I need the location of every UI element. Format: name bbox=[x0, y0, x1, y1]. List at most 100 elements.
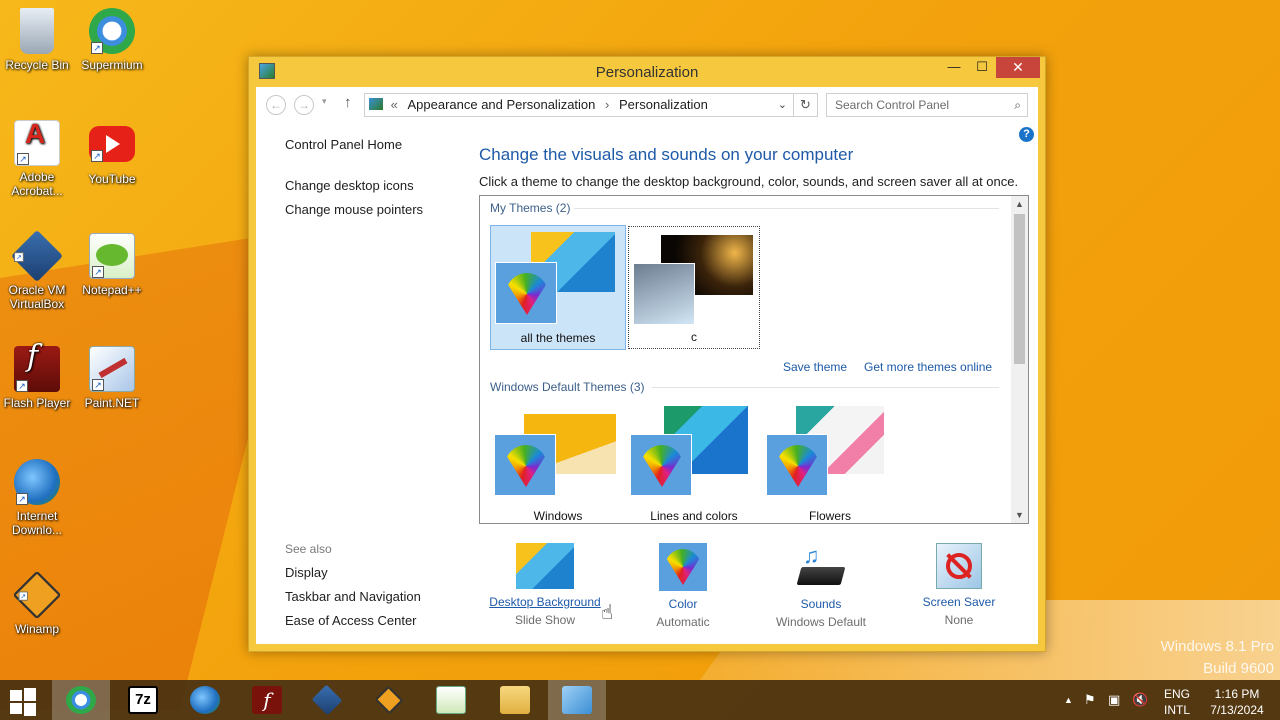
scroll-up-icon[interactable]: ▲ bbox=[1011, 199, 1028, 209]
desktop-icon-supermium[interactable]: ↗ Supermium bbox=[75, 8, 149, 72]
taskbar-clock[interactable]: 1:16 PM 7/13/2024 bbox=[1204, 686, 1270, 718]
screen-saver-button[interactable]: Screen Saver None bbox=[894, 543, 1024, 627]
input-language-indicator[interactable]: ENG INTL bbox=[1160, 686, 1194, 718]
screen-saver-value: None bbox=[944, 613, 974, 627]
close-button[interactable]: ✕ bbox=[996, 57, 1040, 78]
desktop-icon-adobe-acrobat[interactable]: A ↗ Adobe Acrobat... bbox=[0, 120, 74, 199]
color-palette-icon bbox=[494, 434, 556, 496]
minimize-button[interactable]: — bbox=[940, 57, 968, 78]
group-divider bbox=[574, 208, 999, 209]
action-center-flag-icon[interactable]: ⚑ bbox=[1084, 692, 1096, 708]
color-title[interactable]: Color bbox=[618, 597, 748, 611]
taskbar-navigation-link[interactable]: Taskbar and Navigation bbox=[285, 589, 421, 604]
get-more-themes-link[interactable]: Get more themes online bbox=[864, 360, 992, 374]
internet-download-manager-icon bbox=[190, 686, 220, 714]
color-value: Automatic bbox=[656, 615, 710, 629]
scrollbar-thumb[interactable] bbox=[1014, 214, 1025, 364]
taskbar-notepadpp[interactable] bbox=[422, 680, 480, 720]
search-icon[interactable]: ⌕ bbox=[1014, 94, 1021, 116]
window-content: ← → ▾ ↑ « Appearance and Personalization… bbox=[256, 87, 1038, 644]
up-arrow-icon[interactable]: ↑ bbox=[344, 94, 352, 111]
ease-of-access-link[interactable]: Ease of Access Center bbox=[285, 613, 421, 628]
scroll-down-icon[interactable]: ▼ bbox=[1011, 510, 1028, 520]
search-box[interactable]: ⌕ bbox=[826, 93, 1028, 117]
screen-saver-title[interactable]: Screen Saver bbox=[894, 595, 1024, 609]
theme-windows[interactable]: Windows bbox=[490, 402, 626, 523]
virtualbox-icon: ↗ bbox=[10, 229, 64, 283]
save-theme-link[interactable]: Save theme bbox=[783, 360, 847, 374]
taskbar-internet-download-manager[interactable] bbox=[176, 680, 234, 720]
address-overflow[interactable]: « bbox=[391, 97, 398, 112]
desktop-icon-notepadpp[interactable]: ↗ Notepad++ bbox=[75, 233, 149, 297]
desktop-background-icon bbox=[516, 543, 574, 589]
navigation-bar: ← → ▾ ↑ « Appearance and Personalization… bbox=[256, 87, 1038, 123]
display-link[interactable]: Display bbox=[285, 565, 421, 580]
taskbar-supermium[interactable] bbox=[52, 680, 110, 720]
breadcrumb-personalization[interactable]: Personalization bbox=[619, 97, 708, 112]
default-themes-header[interactable]: Windows Default Themes (3) bbox=[490, 380, 645, 394]
taskbar-7zip[interactable]: 7z bbox=[114, 680, 172, 720]
address-bar[interactable]: « Appearance and Personalization › Perso… bbox=[364, 93, 818, 117]
color-button[interactable]: Color Automatic bbox=[618, 543, 748, 629]
theme-c[interactable]: c bbox=[628, 226, 760, 349]
desktop-background-title[interactable]: Desktop Background bbox=[480, 595, 610, 609]
desktop-background-button[interactable]: Desktop Background Slide Show bbox=[480, 543, 610, 627]
search-input[interactable] bbox=[835, 98, 995, 112]
taskbar-control-panel[interactable] bbox=[548, 680, 606, 720]
refresh-icon[interactable]: ↻ bbox=[793, 94, 817, 116]
folder-icon bbox=[500, 686, 530, 714]
taskbar-flash-player[interactable]: f bbox=[238, 680, 296, 720]
help-icon[interactable]: ? bbox=[1019, 127, 1034, 142]
control-panel-icon bbox=[562, 686, 592, 714]
keyboard-layout: INTL bbox=[1163, 703, 1190, 717]
network-icon[interactable]: ▣ bbox=[1108, 692, 1120, 708]
desktop-icon-internet-download-manager[interactable]: ↗ Internet Downlo... bbox=[0, 459, 74, 537]
page-description: Click a theme to change the desktop back… bbox=[479, 174, 1019, 189]
theme-lines-and-colors[interactable]: Lines and colors bbox=[626, 402, 762, 523]
address-dropdown-icon[interactable]: ⌄ bbox=[778, 94, 787, 116]
sounds-icon: ♫ bbox=[795, 543, 847, 591]
sounds-title[interactable]: Sounds bbox=[756, 597, 886, 611]
desktop-icon-flash-player[interactable]: f ↗ Flash Player bbox=[0, 342, 74, 411]
show-hidden-icons-icon[interactable]: ▲ bbox=[1064, 695, 1073, 705]
back-arrow-icon[interactable]: ← bbox=[266, 95, 286, 115]
theme-flowers[interactable]: Flowers bbox=[762, 402, 898, 523]
desktop-icon-youtube[interactable]: ↗ YouTube bbox=[75, 120, 149, 186]
taskbar-file-explorer[interactable] bbox=[486, 680, 544, 720]
sounds-button[interactable]: ♫ Sounds Windows Default bbox=[756, 543, 886, 629]
paintnet-icon: ↗ bbox=[89, 346, 135, 392]
recycle-bin-icon bbox=[20, 8, 54, 54]
desktop-icon-label: Recycle Bin bbox=[5, 58, 69, 72]
desktop-icon-paintnet[interactable]: ↗ Paint.NET bbox=[75, 346, 149, 410]
taskbar-winamp[interactable] bbox=[360, 680, 418, 720]
supermium-icon bbox=[66, 686, 96, 714]
left-navigation-pane: Control Panel Home Change desktop icons … bbox=[285, 137, 465, 226]
breadcrumb-appearance[interactable]: Appearance and Personalization bbox=[407, 97, 595, 112]
my-themes-header[interactable]: My Themes (2) bbox=[490, 201, 570, 215]
language-code: ENG bbox=[1163, 687, 1190, 701]
maximize-button[interactable]: ☐ bbox=[968, 57, 996, 78]
desktop-icon-winamp[interactable]: ↗ Winamp bbox=[0, 570, 74, 636]
theme-all-the-themes[interactable]: all the themes bbox=[490, 225, 626, 350]
breadcrumb-separator-icon[interactable]: › bbox=[605, 97, 609, 112]
volume-muted-icon[interactable]: 🔇 bbox=[1132, 692, 1148, 708]
desktop-icon-label: Oracle VM VirtualBox bbox=[8, 283, 66, 311]
desktop-icon-virtualbox[interactable]: ↗ Oracle VM VirtualBox bbox=[0, 229, 74, 311]
flash-player-icon: f ↗ bbox=[14, 342, 60, 392]
change-desktop-icons-link[interactable]: Change desktop icons bbox=[285, 178, 465, 193]
change-mouse-pointers-link[interactable]: Change mouse pointers bbox=[285, 202, 465, 217]
forward-arrow-icon[interactable]: → bbox=[294, 95, 314, 115]
taskbar-virtualbox[interactable] bbox=[298, 680, 356, 720]
recent-pages-icon[interactable]: ▾ bbox=[322, 96, 327, 107]
color-palette-icon bbox=[630, 434, 692, 496]
desktop-icon-label: Winamp bbox=[14, 622, 59, 636]
taskbar: 7z f ▲ ⚑ ▣ 🔇 ENG INTL 1:16 PM 7/13/2024 bbox=[0, 680, 1280, 720]
vertical-scrollbar[interactable]: ▲ ▼ bbox=[1011, 196, 1028, 523]
themes-list[interactable]: My Themes (2) all the themes c Save them… bbox=[479, 195, 1029, 524]
start-button-icon[interactable] bbox=[8, 688, 38, 716]
virtualbox-icon bbox=[311, 684, 343, 716]
desktop-icon-recycle-bin[interactable]: Recycle Bin bbox=[0, 8, 74, 72]
title-bar[interactable]: Personalization — ☐ ✕ bbox=[249, 57, 1045, 87]
control-panel-home-link[interactable]: Control Panel Home bbox=[285, 137, 465, 152]
personalization-window: Personalization — ☐ ✕ ← → ▾ ↑ « Appearan… bbox=[248, 56, 1046, 652]
